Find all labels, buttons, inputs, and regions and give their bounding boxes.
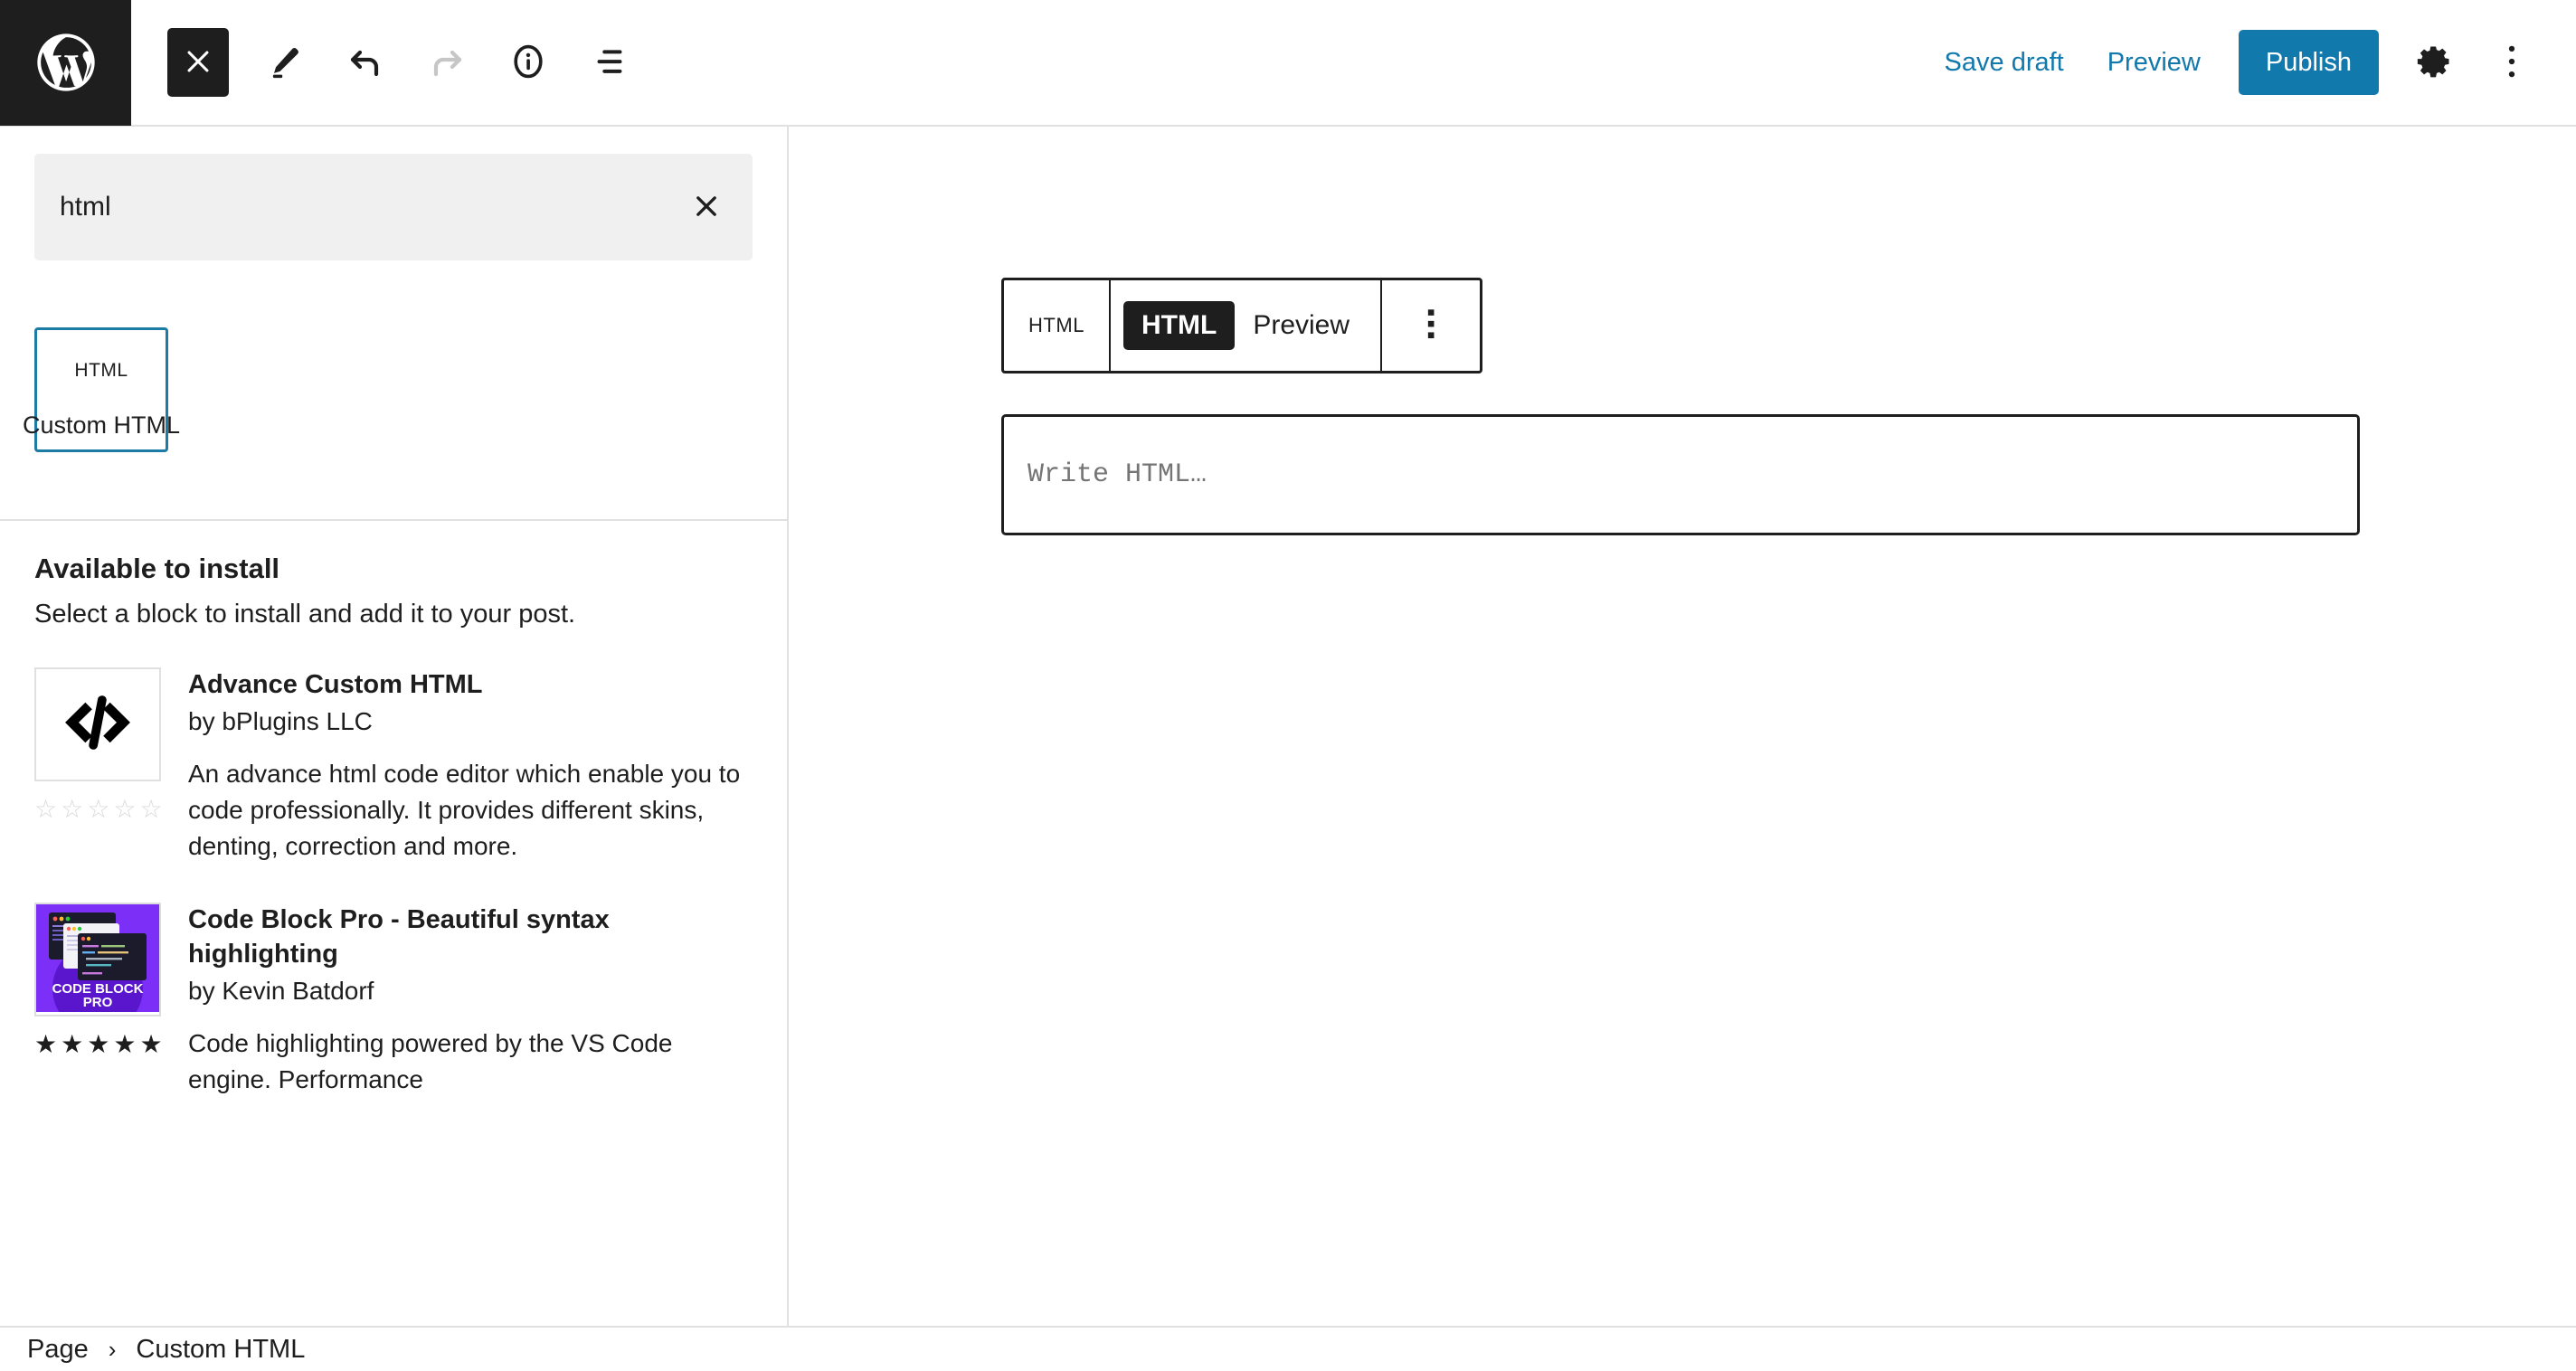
- star-icon: ★: [61, 1032, 83, 1057]
- block-results-grid: HTML Custom HTML: [0, 260, 787, 510]
- close-icon: [691, 191, 722, 224]
- close-icon: [183, 46, 213, 80]
- star-icon: ★: [139, 1032, 162, 1057]
- header-more-options-button[interactable]: [2477, 27, 2547, 98]
- plugin-text-column: Code Block Pro - Beautiful syntax highli…: [188, 903, 753, 1098]
- editor-header: Save draft Preview Publish: [0, 0, 2576, 127]
- publish-button[interactable]: Publish: [2239, 30, 2379, 95]
- undo-icon-button[interactable]: [325, 22, 406, 103]
- header-right-toolbar: Save draft Preview Publish: [1923, 0, 2576, 126]
- wordpress-logo-button[interactable]: [0, 0, 131, 126]
- more-vertical-icon: [2496, 42, 2527, 84]
- plugin-title: Code Block Pro - Beautiful syntax highli…: [188, 903, 753, 972]
- star-icon: ☆: [87, 797, 109, 822]
- list-view-icon-button[interactable]: [569, 22, 650, 103]
- plugin-text-column: Advance Custom HTML by bPlugins LLC An a…: [188, 667, 753, 865]
- edit-pencil-icon: [264, 42, 304, 84]
- plugin-rating-stars: ☆ ☆ ☆ ☆ ☆: [34, 794, 163, 825]
- close-icon-button[interactable]: [167, 28, 229, 97]
- code-brackets-icon: [56, 681, 139, 769]
- block-card-label: Custom HTML: [23, 411, 180, 440]
- svg-text:PRO: PRO: [83, 995, 113, 1010]
- redo-icon: [425, 40, 469, 86]
- block-more-options-button[interactable]: [1382, 280, 1480, 371]
- list-item[interactable]: CODE BLOCK PRO ★ ★ ★ ★ ★ Code Block Pro …: [34, 903, 753, 1098]
- editor-canvas: HTML HTML Preview Write HTML…: [791, 127, 2576, 1326]
- more-vertical-icon: [1419, 304, 1443, 348]
- preview-button[interactable]: Preview: [2086, 50, 2222, 76]
- gear-icon: [2414, 42, 2454, 84]
- install-section-heading: Available to install: [34, 552, 753, 585]
- html-icon: HTML: [1028, 314, 1084, 337]
- custom-html-block[interactable]: Write HTML…: [1001, 414, 2360, 535]
- search-clear-button[interactable]: [678, 179, 734, 235]
- breadcrumb-item-page[interactable]: Page: [27, 1335, 89, 1365]
- plugin-author: by bPlugins LLC: [188, 707, 753, 736]
- search-input[interactable]: [34, 154, 753, 260]
- tab-html[interactable]: HTML: [1123, 301, 1235, 350]
- plugin-author: by Kevin Batdorf: [188, 977, 753, 1006]
- block-inserter-sidebar: HTML Custom HTML Available to install Se…: [0, 127, 789, 1326]
- block-type-switcher-button[interactable]: HTML: [1004, 280, 1111, 371]
- plugin-title: Advance Custom HTML: [188, 667, 753, 702]
- star-icon: ★: [87, 1032, 109, 1057]
- header-left-toolbar: [131, 0, 650, 126]
- breadcrumb-item-custom-html[interactable]: Custom HTML: [136, 1335, 305, 1365]
- plugin-rating-stars: ★ ★ ★ ★ ★: [34, 1029, 163, 1060]
- plugin-media-column: ☆ ☆ ☆ ☆ ☆: [34, 667, 161, 865]
- info-icon-button[interactable]: [488, 22, 569, 103]
- plugin-media-column: CODE BLOCK PRO ★ ★ ★ ★ ★: [34, 903, 161, 1098]
- html-icon: HTML: [74, 346, 128, 395]
- inserter-search-region: [0, 127, 787, 260]
- info-icon: [507, 41, 549, 85]
- star-icon: ☆: [113, 797, 136, 822]
- chevron-right-icon: ›: [89, 1336, 137, 1364]
- available-to-install-section: Available to install Select a block to i…: [0, 521, 787, 1098]
- list-view-icon: [589, 41, 630, 85]
- undo-icon: [344, 40, 387, 86]
- html-preview-toggle-group: HTML Preview: [1111, 280, 1382, 371]
- search-field-wrapper: [34, 154, 753, 260]
- star-icon: ★: [34, 1032, 57, 1057]
- wordpress-logo-icon: [32, 28, 100, 97]
- plugin-description: An advance html code editor which enable…: [188, 756, 753, 864]
- plugin-thumbnail: CODE BLOCK PRO: [34, 903, 161, 1016]
- html-textarea-placeholder: Write HTML…: [1028, 459, 1207, 490]
- star-icon: ☆: [34, 797, 57, 822]
- save-draft-button[interactable]: Save draft: [1923, 50, 2086, 76]
- star-icon: ★: [113, 1032, 136, 1057]
- list-item[interactable]: ☆ ☆ ☆ ☆ ☆ Advance Custom HTML by bPlugin…: [34, 667, 753, 865]
- block-card-custom-html[interactable]: HTML Custom HTML: [34, 327, 168, 452]
- block-toolbar: HTML HTML Preview: [1001, 278, 1482, 373]
- install-section-subtext: Select a block to install and add it to …: [34, 600, 753, 629]
- star-icon: ☆: [61, 797, 83, 822]
- tab-preview[interactable]: Preview: [1235, 301, 1368, 350]
- plugin-thumbnail: [34, 667, 161, 781]
- edit-pencil-icon-button[interactable]: [243, 22, 325, 103]
- redo-icon-button[interactable]: [406, 22, 488, 103]
- code-block-pro-art-icon: CODE BLOCK PRO: [36, 903, 159, 1016]
- breadcrumb: Page › Custom HTML: [0, 1326, 2576, 1371]
- star-icon: ☆: [139, 797, 162, 822]
- settings-gear-button[interactable]: [2399, 27, 2469, 98]
- plugin-description: Code highlighting powered by the VS Code…: [188, 1026, 753, 1098]
